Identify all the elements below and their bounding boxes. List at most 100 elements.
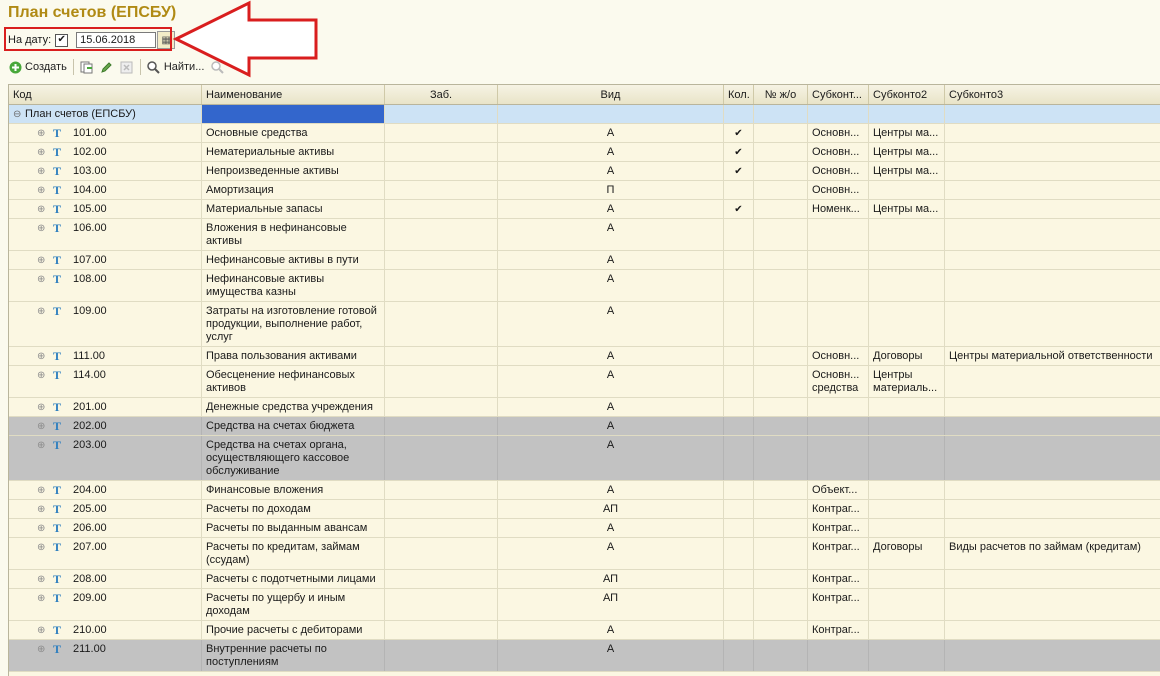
account-kind: А — [498, 481, 724, 499]
table-row[interactable]: ⊕ Т 209.00 Расчеты по ущербу и иным доходам А… — [9, 589, 1160, 621]
table-row[interactable]: ⊕ Т 201.00 Денежные средства учреждения А — [9, 398, 1160, 417]
expand-icon[interactable]: ⊕ — [37, 369, 49, 397]
expand-icon[interactable]: ⊕ — [37, 592, 49, 620]
expand-icon[interactable]: ⊕ — [37, 184, 49, 199]
name-cell[interactable] — [202, 105, 385, 123]
search-icon — [147, 60, 161, 74]
account-name: Средства на счетах органа, осуществляющег… — [202, 436, 385, 480]
account-type-icon: Т — [53, 642, 62, 656]
table-row[interactable]: ⊕ Т 206.00 Расчеты по выданным авансам А Конт… — [9, 519, 1160, 538]
expand-icon[interactable]: ⊕ — [37, 350, 49, 365]
offbalance-cell — [385, 417, 498, 435]
account-type-icon: Т — [53, 126, 62, 140]
expand-icon[interactable]: ⊕ — [37, 541, 49, 569]
table-row[interactable]: ⊕ Т 107.00 Нефинансовые активы в пути А — [9, 251, 1160, 270]
table-row[interactable]: ⊕ Т 101.00 Основные средства А ✔ Основн... Цент… — [9, 124, 1160, 143]
account-kind: П — [498, 181, 724, 199]
expand-icon[interactable]: ⊕ — [37, 522, 49, 537]
expand-icon[interactable]: ⊕ — [37, 146, 49, 161]
offbalance-cell — [385, 302, 498, 346]
column-header[interactable]: Субконто3 — [945, 85, 1160, 104]
table-row[interactable]: ⊕ Т 203.00 Средства на счетах органа, осущес… — [9, 436, 1160, 481]
account-name: Финансовые вложения — [202, 481, 385, 499]
edit-pencil-icon[interactable] — [100, 60, 114, 74]
account-type-icon: Т — [53, 438, 62, 452]
table-row[interactable]: ⊕ Т 102.00 Нематериальные активы А ✔ Основн...… — [9, 143, 1160, 162]
table-row[interactable]: ⊕ Т 106.00 Вложения в нефинансовые активы А — [9, 219, 1160, 251]
expand-icon[interactable]: ⊕ — [37, 127, 49, 142]
table-row[interactable]: ⊕ Т 211.00 Внутренние расчеты по поступления… — [9, 640, 1160, 672]
column-header[interactable]: Заб. — [385, 85, 498, 104]
quantity-cell — [724, 302, 754, 346]
copy-icon[interactable] — [80, 60, 94, 74]
find-button[interactable]: Найти... — [147, 60, 204, 74]
create-button[interactable]: Создать — [8, 60, 67, 74]
subconto1-cell: Контраг... — [808, 589, 869, 620]
expand-icon[interactable]: ⊕ — [37, 165, 49, 180]
column-header[interactable]: Код — [9, 85, 202, 104]
table-row[interactable]: ⊕ Т 210.00 Прочие расчеты с дебиторами А Конт… — [9, 621, 1160, 640]
root-label: План счетов (ЕПСБУ) — [25, 108, 136, 120]
subconto2-cell: Договоры — [869, 538, 945, 569]
collapse-icon[interactable]: ⊖ — [13, 108, 25, 123]
journal-cell — [754, 219, 808, 250]
cancel-search-icon[interactable] — [210, 60, 224, 74]
table-row[interactable]: ⊕ Т 111.00 Права пользования активами А Основ… — [9, 347, 1160, 366]
table-row[interactable]: ⊕ Т 205.00 Расчеты по доходам АП Контраг... — [9, 500, 1160, 519]
column-header[interactable]: Субконто2 — [869, 85, 945, 104]
expand-icon[interactable]: ⊕ — [37, 643, 49, 671]
column-header[interactable]: Наименование — [202, 85, 385, 104]
accounts-table[interactable]: Код Наименование Заб. Вид Кол. № ж/о Суб… — [8, 84, 1160, 676]
expand-icon[interactable]: ⊕ — [37, 203, 49, 218]
table-row[interactable]: ⊕ Т 202.00 Средства на счетах бюджета А — [9, 417, 1160, 436]
code-cell: ⊕ Т 209.00 — [9, 589, 202, 620]
subconto1-cell: Объект... — [808, 481, 869, 499]
table-row[interactable]: ⊕ Т 103.00 Непроизведенные активы А ✔ Основн..… — [9, 162, 1160, 181]
offbalance-cell — [385, 538, 498, 569]
table-row[interactable]: ⊕ Т 105.00 Материальные запасы А ✔ Номенк... Це… — [9, 200, 1160, 219]
account-name: Амортизация — [202, 181, 385, 199]
column-header[interactable]: Вид — [498, 85, 724, 104]
table-row[interactable]: ⊕ Т 114.00 Обесценение нефинансовых активов А… — [9, 366, 1160, 398]
account-name: Нематериальные активы — [202, 143, 385, 161]
table-row[interactable]: ⊕ Т 207.00 Расчеты по кредитам, займам (ссуд… — [9, 538, 1160, 570]
table-row[interactable]: ⊕ Т 208.00 Расчеты с подотчетными лицами АП К… — [9, 570, 1160, 589]
column-header[interactable]: Субконт... — [808, 85, 869, 104]
table-row[interactable]: ⊕ Т 204.00 Финансовые вложения А Объект... — [9, 481, 1160, 500]
account-type-icon: Т — [53, 272, 62, 286]
account-type-icon: Т — [53, 164, 62, 178]
journal-cell — [754, 347, 808, 365]
subconto3-cell — [945, 270, 1160, 301]
expand-icon[interactable]: ⊕ — [37, 401, 49, 416]
subconto2-cell — [869, 519, 945, 537]
expand-icon[interactable]: ⊕ — [37, 254, 49, 269]
subconto3-cell — [945, 398, 1160, 416]
subconto3-cell — [945, 589, 1160, 620]
column-header[interactable]: Кол. — [724, 85, 754, 104]
table-row[interactable]: ⊕ Т 108.00 Нефинансовые активы имущества каз… — [9, 270, 1160, 302]
expand-icon[interactable]: ⊕ — [37, 484, 49, 499]
expand-icon[interactable]: ⊕ — [37, 222, 49, 250]
table-row[interactable]: ⊕ Т 109.00 Затраты на изготовление готовой п… — [9, 302, 1160, 347]
code-cell: ⊕ Т 207.00 — [9, 538, 202, 569]
account-name: Нефинансовые активы в пути — [202, 251, 385, 269]
expand-icon[interactable]: ⊕ — [37, 420, 49, 435]
table-row[interactable]: ⊕ Т 104.00 Амортизация П Основн... — [9, 181, 1160, 200]
account-name: Материальные запасы — [202, 200, 385, 218]
subconto1-cell: Основн... — [808, 162, 869, 180]
expand-icon[interactable]: ⊕ — [37, 503, 49, 518]
expand-icon[interactable]: ⊕ — [37, 305, 49, 346]
expand-icon[interactable]: ⊕ — [37, 439, 49, 480]
journal-cell — [754, 640, 808, 671]
expand-icon[interactable]: ⊕ — [37, 624, 49, 639]
account-name: Непроизведенные активы — [202, 162, 385, 180]
account-code: 101.00 — [73, 127, 107, 139]
delete-icon[interactable] — [120, 60, 134, 74]
expand-icon[interactable]: ⊕ — [37, 273, 49, 301]
subconto1-cell — [808, 436, 869, 480]
table-row-root[interactable]: ⊖ План счетов (ЕПСБУ) — [9, 105, 1160, 124]
column-header[interactable]: № ж/о — [754, 85, 808, 104]
expand-icon[interactable]: ⊕ — [37, 573, 49, 588]
subconto1-cell: Основн... — [808, 347, 869, 365]
subconto3-cell — [945, 251, 1160, 269]
